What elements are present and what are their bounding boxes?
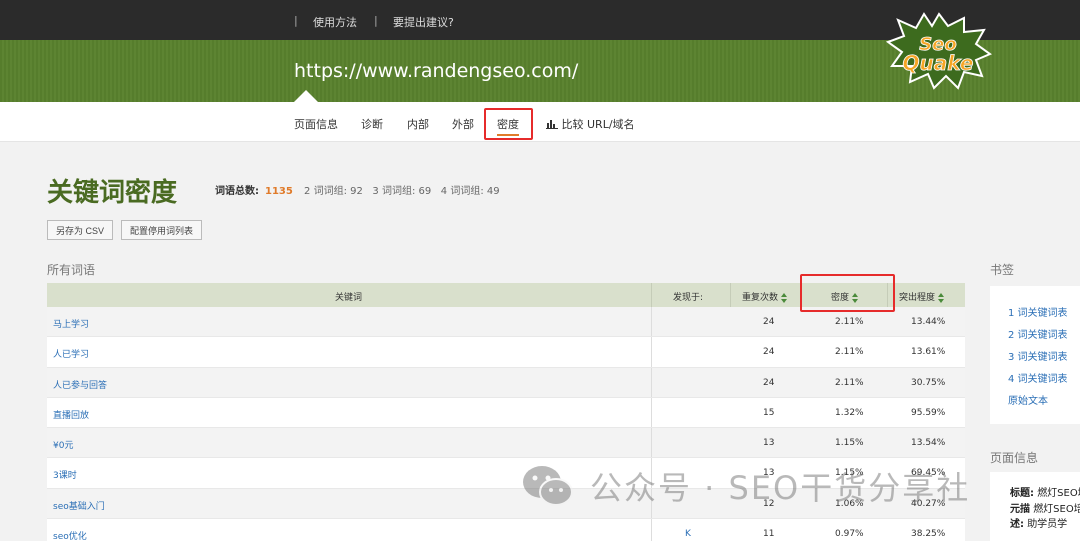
stopwords-button[interactable]: 配置停用词列表: [121, 220, 203, 240]
tab-internal[interactable]: 内部: [407, 116, 429, 132]
info-value: 燃灯SEO培: [1037, 488, 1080, 499]
repeat-value: 24: [763, 377, 775, 388]
tab-compare[interactable]: 比较 URL/域名: [546, 116, 635, 132]
group3-count: 3 词词组: 69: [372, 186, 432, 197]
keyword-link[interactable]: 人已学习: [53, 347, 89, 360]
sort-icon: [938, 292, 945, 303]
separator: |: [294, 14, 298, 27]
info-label: 标题:: [1010, 488, 1034, 499]
density-value: 1.32%: [835, 407, 864, 418]
bookmark-raw-text[interactable]: 原始文本: [1008, 392, 1048, 407]
total-words: 1135: [265, 186, 293, 197]
group2-count: 2 词词组: 92: [304, 186, 363, 197]
save-csv-button[interactable]: 另存为 CSV: [47, 220, 114, 240]
divider: [730, 283, 731, 307]
compare-label: 比较 URL/域名: [561, 118, 635, 131]
banner-notch: [294, 90, 318, 102]
logo-text-bottom: Quake: [903, 51, 974, 75]
col-repeat[interactable]: 重复次数: [742, 290, 788, 303]
col-repeat-label: 重复次数: [742, 293, 779, 303]
bookmark-3word[interactable]: 3 词关键词表: [1008, 348, 1068, 363]
sort-icon: [781, 292, 788, 303]
table-row: ¥0元 13 1.15% 13.54%: [47, 428, 965, 459]
repeat-value: 13: [763, 438, 775, 449]
info-value: 助学员学: [1027, 519, 1068, 530]
analyzed-url: https://www.randengseo.com/: [294, 60, 579, 82]
table-row: 人已参与回答 24 2.11% 30.75%: [47, 367, 965, 398]
density-value: 1.15%: [835, 438, 864, 449]
density-value: 2.11%: [835, 317, 864, 327]
group4-count: 4 词词组: 49: [440, 186, 500, 197]
table-row: 直播回放 15 1.32% 95.59%: [47, 397, 965, 429]
section-title: 所有词语: [47, 263, 96, 277]
usage-link[interactable]: 使用方法: [313, 14, 357, 30]
stats-label: 词语总数:: [215, 186, 259, 197]
prominence-value: 13.54%: [911, 438, 946, 449]
repeat-value: 11: [763, 529, 775, 540]
wechat-icon: [523, 466, 573, 506]
keyword-link[interactable]: 直播回放: [53, 408, 89, 421]
column-divider: [651, 519, 652, 541]
bookmark-1word[interactable]: 1 词关键词表: [1008, 304, 1068, 319]
info-title: 标题: 燃灯SEO培: [1010, 484, 1080, 499]
density-value: 2.11%: [835, 377, 864, 388]
info-desc: 述: 助学员学: [1010, 515, 1067, 530]
table-row: 人已学习 24 2.11% 13.61%: [47, 337, 965, 368]
col-found: 发现于:: [673, 293, 704, 303]
col-keyword: 关键词: [335, 293, 363, 303]
watermark-text: 公众号 · SEO干货分享社: [590, 469, 971, 507]
bar-chart-icon: [546, 120, 558, 129]
bookmarks-title: 书签: [990, 263, 1015, 277]
page-title: 关键词密度: [47, 178, 178, 208]
col-prominence[interactable]: 突出程度: [899, 290, 945, 303]
column-divider: [651, 428, 652, 458]
info-label: 元描: [1010, 504, 1030, 515]
repeat-value: 24: [763, 347, 775, 358]
watermark: 公众号 · SEO干货分享社: [520, 458, 970, 514]
density-value: 2.11%: [835, 347, 864, 358]
pageinfo-title: 页面信息: [990, 451, 1039, 465]
info-label: 述:: [1010, 519, 1024, 530]
divider: [651, 283, 652, 307]
prominence-value: 13.44%: [911, 317, 946, 327]
tab-external[interactable]: 外部: [452, 116, 474, 132]
keyword-link[interactable]: 3课时: [53, 468, 77, 481]
info-meta: 元描 燃灯SEO培: [1010, 500, 1080, 515]
info-value: 燃灯SEO培: [1033, 504, 1080, 515]
keyword-link[interactable]: ¥0元: [53, 438, 73, 451]
keyword-link[interactable]: seo优化: [53, 529, 87, 541]
column-divider: [651, 397, 652, 428]
seoquake-logo: Seo Quake: [886, 12, 992, 90]
col-prominence-label: 突出程度: [899, 293, 936, 303]
keyword-link[interactable]: 人已参与回答: [53, 378, 107, 391]
column-divider: [651, 337, 652, 367]
keyword-link[interactable]: seo基础入门: [53, 499, 105, 512]
tool-tabs: 页面信息 诊断 内部 外部 密度 比较 URL/域名: [0, 102, 1080, 142]
found-in-value[interactable]: K: [685, 529, 691, 539]
density-value: 0.97%: [835, 529, 864, 540]
repeat-value: 24: [763, 317, 775, 327]
separator: |: [374, 14, 378, 27]
keyword-link[interactable]: 马上学习: [53, 317, 89, 330]
table-row: seo优化 K 11 0.97% 38.25%: [47, 519, 965, 541]
word-stats: 词语总数: 1135 2 词词组: 92 3 词词组: 69 4 词词组: 49: [215, 182, 500, 197]
tab-diagnosis[interactable]: 诊断: [361, 116, 383, 132]
bookmark-4word[interactable]: 4 词关键词表: [1008, 370, 1068, 385]
prominence-value: 95.59%: [911, 407, 946, 418]
highlight-box-density: [800, 274, 895, 312]
column-divider: [651, 307, 652, 337]
prominence-value: 30.75%: [911, 377, 946, 388]
bookmark-2word[interactable]: 2 词关键词表: [1008, 326, 1068, 341]
tab-page-info[interactable]: 页面信息: [294, 116, 338, 132]
prominence-value: 13.61%: [911, 347, 946, 358]
prominence-value: 38.25%: [911, 529, 946, 540]
feedback-link[interactable]: 要提出建议?: [393, 14, 454, 30]
highlight-box-tab: [484, 108, 533, 140]
column-divider: [651, 367, 652, 397]
repeat-value: 15: [763, 407, 775, 418]
